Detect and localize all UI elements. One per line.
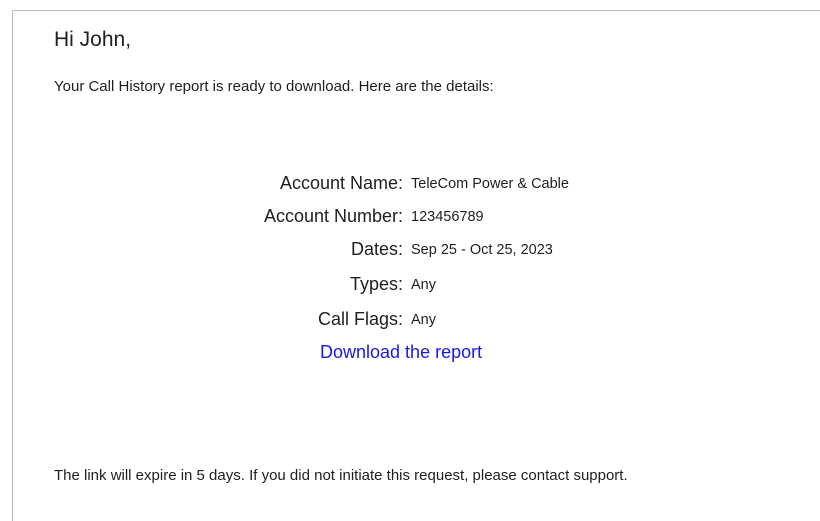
detail-value: Sep 25 - Oct 25, 2023: [411, 242, 553, 258]
email-footer-text: The link will expire in 5 days. If you d…: [54, 467, 628, 484]
detail-value: TeleCom Power & Cable: [411, 176, 569, 192]
detail-row-call-flags: Call Flags: Any: [0, 306, 820, 332]
detail-label: Types:: [349, 274, 403, 294]
detail-row-types: Types: Any: [0, 271, 820, 297]
detail-value: 123456789: [411, 209, 484, 225]
detail-row-dates: Dates: Sep 25 - Oct 25, 2023: [0, 236, 820, 262]
email-intro-text: Your Call History report is ready to dow…: [54, 78, 494, 95]
download-report-link[interactable]: Download the report: [320, 339, 482, 365]
detail-label: Dates:: [350, 239, 403, 259]
detail-label: Call Flags:: [317, 309, 403, 329]
email-greeting: Hi John,: [54, 28, 132, 51]
detail-row-account-number: Account Number: 123456789: [0, 203, 820, 229]
detail-label: Account Name:: [279, 173, 403, 193]
detail-value: Any: [411, 312, 436, 328]
detail-label: Account Number:: [263, 206, 403, 226]
detail-value: Any: [411, 277, 436, 293]
detail-row-account-name: Account Name: TeleCom Power & Cable: [0, 170, 820, 196]
